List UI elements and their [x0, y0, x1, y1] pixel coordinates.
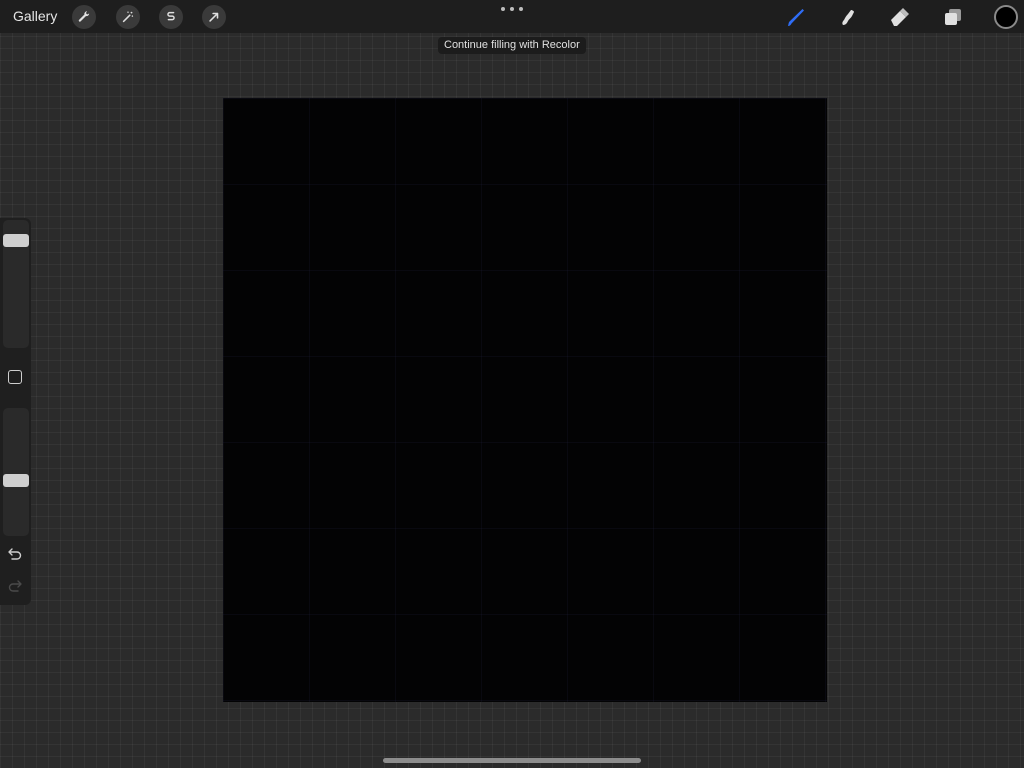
opacity-slider-thumb[interactable]	[3, 474, 29, 488]
arrow-cursor-icon	[209, 12, 219, 22]
redo-button[interactable]	[6, 578, 24, 594]
selection-button[interactable]	[159, 5, 183, 29]
more-options-button[interactable]	[501, 3, 523, 15]
brush-tool-button[interactable]	[783, 4, 809, 30]
selection-s-icon	[167, 11, 175, 21]
procreate-app: Gallery Continue filling with Recolor	[0, 0, 1024, 768]
layers-icon	[945, 9, 961, 25]
undo-button[interactable]	[6, 546, 24, 562]
modify-button[interactable]	[8, 370, 22, 384]
smudge-tool-button[interactable]	[835, 4, 861, 30]
dot	[501, 7, 505, 11]
drawing-canvas[interactable]	[223, 98, 827, 702]
gallery-button[interactable]: Gallery	[13, 8, 57, 25]
dot	[519, 7, 523, 11]
brush-icon	[788, 9, 804, 26]
top-toolbar: Gallery	[0, 0, 1024, 33]
undo-icon	[8, 548, 22, 560]
opacity-slider[interactable]	[3, 408, 29, 536]
eraser-tool-button[interactable]	[887, 4, 913, 30]
brush-size-slider-thumb[interactable]	[3, 234, 29, 247]
sidebar	[0, 218, 31, 605]
status-message: Continue filling with Recolor	[438, 37, 586, 54]
magic-wand-icon	[122, 11, 134, 23]
adjustments-button[interactable]	[116, 5, 140, 29]
home-indicator	[383, 758, 641, 763]
redo-icon	[8, 580, 22, 592]
color-picker-button[interactable]	[994, 5, 1018, 29]
actions-button[interactable]	[72, 5, 96, 29]
transform-button[interactable]	[202, 5, 226, 29]
brush-size-slider[interactable]	[3, 220, 29, 348]
dot	[510, 7, 514, 11]
smudge-icon	[842, 10, 854, 25]
layers-button[interactable]	[940, 4, 966, 30]
eraser-icon	[891, 8, 909, 26]
wrench-icon	[78, 11, 90, 22]
